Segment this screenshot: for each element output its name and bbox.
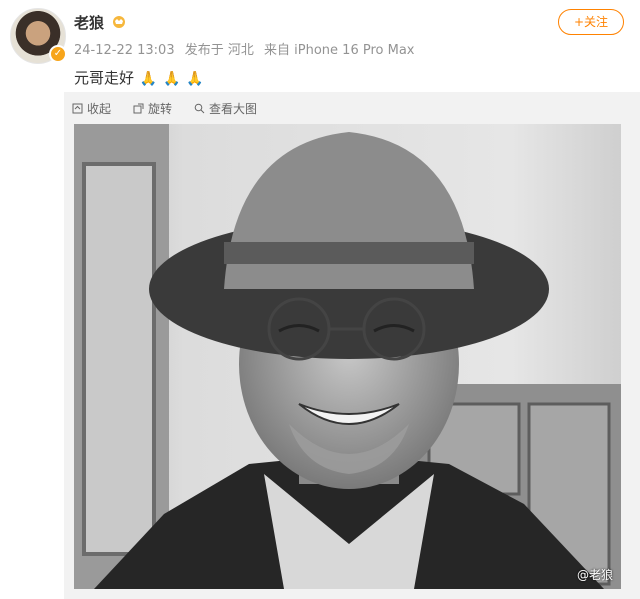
magnify-icon <box>194 103 205 114</box>
post-meta: 24-12-22 13:03 发布于 河北 来自 iPhone 16 Pro M… <box>74 39 420 58</box>
view-large-label: 查看大图 <box>209 102 258 116</box>
avatar[interactable]: ✓ <box>10 8 67 64</box>
collapse-label: 收起 <box>87 102 112 116</box>
rotate-icon <box>133 103 144 114</box>
verified-icon: ✓ <box>49 45 67 63</box>
post-text: 元哥走好 🙏 🙏 🙏 <box>74 67 204 88</box>
username[interactable]: 老狼 <box>74 12 104 33</box>
pray-emoji-1: 🙏 <box>139 71 158 87</box>
view-large-button[interactable]: 查看大图 <box>194 100 257 117</box>
image-watermark: @老狼 <box>576 568 613 582</box>
pray-emoji-3: 🙏 <box>186 71 204 87</box>
image-toolbar: 收起 旋转 查看大图 <box>72 100 257 117</box>
rotate-button[interactable]: 旋转 <box>133 100 172 117</box>
post-device: 来自 iPhone 16 Pro Max <box>264 43 415 58</box>
rotate-label: 旋转 <box>148 102 173 116</box>
collapse-button[interactable]: 收起 <box>72 100 111 117</box>
collapse-icon <box>72 103 83 114</box>
post-photo[interactable]: @老狼 <box>74 124 621 589</box>
follow-button[interactable]: +关注 <box>558 9 624 35</box>
post-location: 发布于 河北 <box>184 43 254 58</box>
post-body: 元哥走好 <box>74 69 135 87</box>
crown-icon <box>113 16 125 28</box>
portrait-image <box>74 124 621 589</box>
pray-emoji-2: 🙏 <box>163 71 181 87</box>
post-date[interactable]: 24-12-22 13:03 <box>74 43 175 58</box>
